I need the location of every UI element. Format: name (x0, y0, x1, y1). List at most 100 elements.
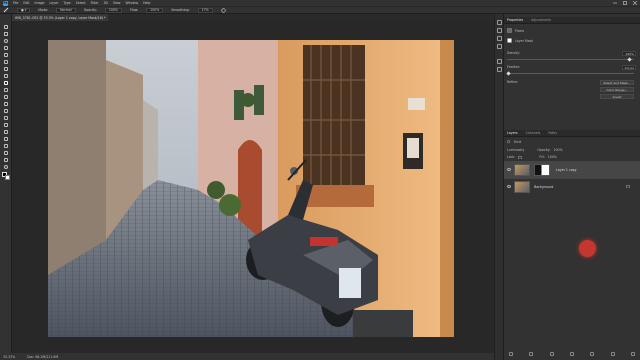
layer-mask-icon[interactable] (507, 38, 512, 43)
clone-stamp-tool-icon[interactable] (3, 87, 9, 92)
marquee-tool-icon[interactable] (3, 31, 9, 36)
pixel-mask-icon[interactable] (507, 28, 512, 33)
feather-slider[interactable] (507, 73, 634, 74)
history-panel-icon[interactable] (497, 20, 502, 25)
minimize-icon[interactable] (613, 1, 617, 5)
layer-name[interactable]: Layer 1 copy (556, 168, 577, 172)
photo-canvas[interactable] (48, 40, 454, 337)
brush-tool-icon[interactable] (3, 7, 9, 13)
menu-select[interactable]: Select (76, 1, 86, 5)
color-panel-icon[interactable] (497, 28, 502, 33)
tab-channels[interactable]: Channels (526, 131, 541, 135)
crop-tool-icon[interactable] (3, 52, 9, 57)
lock-icon[interactable] (626, 184, 630, 188)
tab-properties[interactable]: Properties (507, 18, 523, 22)
zoom-level[interactable]: 33.33% (3, 355, 15, 359)
layer-mask-thumbnail[interactable] (534, 164, 550, 176)
mode-dropdown[interactable]: Normal (56, 7, 76, 13)
flow-field[interactable]: 100% (146, 7, 164, 13)
menu-type[interactable]: Type (63, 1, 70, 5)
opacity-field[interactable]: 100% (104, 7, 122, 13)
tab-layers[interactable]: Layers (507, 131, 518, 135)
close-icon[interactable] (633, 1, 637, 5)
properties-panel-tabs: Properties Adjustments (504, 17, 640, 24)
photoshop-logo-icon[interactable]: Ps (3, 0, 8, 6)
swatches-panel-icon[interactable] (497, 36, 502, 41)
layer-name[interactable]: Background (534, 185, 553, 189)
layer-row-layer-1-copy[interactable]: Layer 1 copy (504, 161, 640, 179)
background-color-swatch[interactable] (5, 175, 10, 180)
maximize-icon[interactable] (623, 1, 627, 5)
density-label: Density: (507, 51, 520, 55)
eraser-tool-icon[interactable] (3, 101, 9, 106)
menu-3d[interactable]: 3D (103, 1, 107, 5)
zoom-tool-icon[interactable] (3, 164, 9, 169)
document-tab[interactable]: IMG_5781.CR2 @ 33.3% (Layer 1 copy, Laye… (12, 14, 108, 21)
layer-opacity-field[interactable]: 100% (554, 148, 563, 152)
tab-paths[interactable]: Paths (548, 131, 557, 135)
add-mask-icon[interactable] (549, 352, 554, 356)
blend-mode-dropdown[interactable]: Luminosity (507, 148, 524, 152)
menu-layer[interactable]: Layer (50, 1, 59, 5)
cursor-click-indicator (579, 240, 596, 257)
lock-icon[interactable] (518, 155, 523, 159)
density-field[interactable]: 100% (622, 51, 636, 56)
pen-tool-icon[interactable] (3, 129, 9, 134)
brush-preset-picker[interactable]: ● ▾ (17, 7, 31, 13)
hand-tool-icon[interactable] (3, 157, 9, 162)
layer-mask-row: Layer Mask (507, 38, 636, 43)
lasso-tool-icon[interactable] (3, 38, 9, 43)
menu-help[interactable]: Help (143, 1, 150, 5)
tools-panel (0, 14, 12, 353)
refine-label: Refine: (507, 80, 519, 84)
new-group-icon[interactable] (590, 352, 595, 356)
menu-image[interactable]: Image (35, 1, 45, 5)
blur-tool-icon[interactable] (3, 115, 9, 120)
character-panel-icon[interactable] (497, 67, 502, 72)
menu-window[interactable]: Window (126, 1, 139, 5)
menu-file[interactable]: File (13, 1, 18, 5)
invert-button[interactable]: Invert (600, 94, 634, 99)
quick-select-tool-icon[interactable] (3, 45, 9, 50)
smoothing-label: Smoothing: (171, 8, 190, 12)
tab-adjustments[interactable]: Adjustments (531, 18, 551, 22)
libraries-panel-icon[interactable] (497, 44, 502, 49)
trash-icon[interactable] (630, 352, 635, 356)
feather-field[interactable]: 0.0 px (622, 65, 636, 70)
filter-search-icon[interactable] (507, 140, 511, 144)
rectangle-tool-icon[interactable] (3, 150, 9, 155)
menu-edit[interactable]: Edit (23, 1, 29, 5)
dodge-tool-icon[interactable] (3, 122, 9, 127)
select-and-mask-button[interactable]: Select and Mask... (600, 80, 634, 85)
lock-fill-row: Lock: Fill: 100% (507, 155, 636, 159)
color-range-button[interactable]: Color Range... (600, 87, 634, 92)
fill-field[interactable]: 100% (548, 155, 557, 159)
visibility-eye-icon[interactable] (507, 168, 511, 171)
density-row: Density: (507, 51, 636, 55)
density-slider[interactable] (507, 59, 634, 60)
path-selection-tool-icon[interactable] (3, 143, 9, 148)
menu-filter[interactable]: Filter (91, 1, 99, 5)
gradient-tool-icon[interactable] (3, 108, 9, 113)
settings-gear-icon[interactable] (221, 7, 226, 13)
visibility-eye-icon[interactable] (507, 185, 511, 188)
type-tool-icon[interactable] (3, 136, 9, 141)
feather-slider-thumb[interactable] (506, 71, 511, 76)
smoothing-field[interactable]: 17% (197, 7, 213, 13)
frame-tool-icon[interactable] (3, 59, 9, 64)
menu-view[interactable]: View (113, 1, 121, 5)
adjustment-layer-icon[interactable] (569, 352, 574, 356)
move-tool-icon[interactable] (3, 24, 9, 29)
density-slider-thumb[interactable] (627, 57, 632, 62)
healing-brush-tool-icon[interactable] (3, 73, 9, 78)
brush-panel-icon[interactable] (497, 59, 502, 64)
history-brush-tool-icon[interactable] (3, 94, 9, 99)
brush-tool-icon[interactable] (3, 80, 9, 85)
fx-icon[interactable] (529, 352, 534, 356)
kind-filter-dropdown[interactable]: Kind (514, 140, 521, 144)
layer-row-background[interactable]: Background (504, 179, 640, 195)
eyedropper-tool-icon[interactable] (3, 66, 9, 71)
canvas-area[interactable] (12, 21, 494, 353)
link-layers-icon[interactable] (509, 352, 513, 356)
new-layer-icon[interactable] (610, 352, 615, 356)
